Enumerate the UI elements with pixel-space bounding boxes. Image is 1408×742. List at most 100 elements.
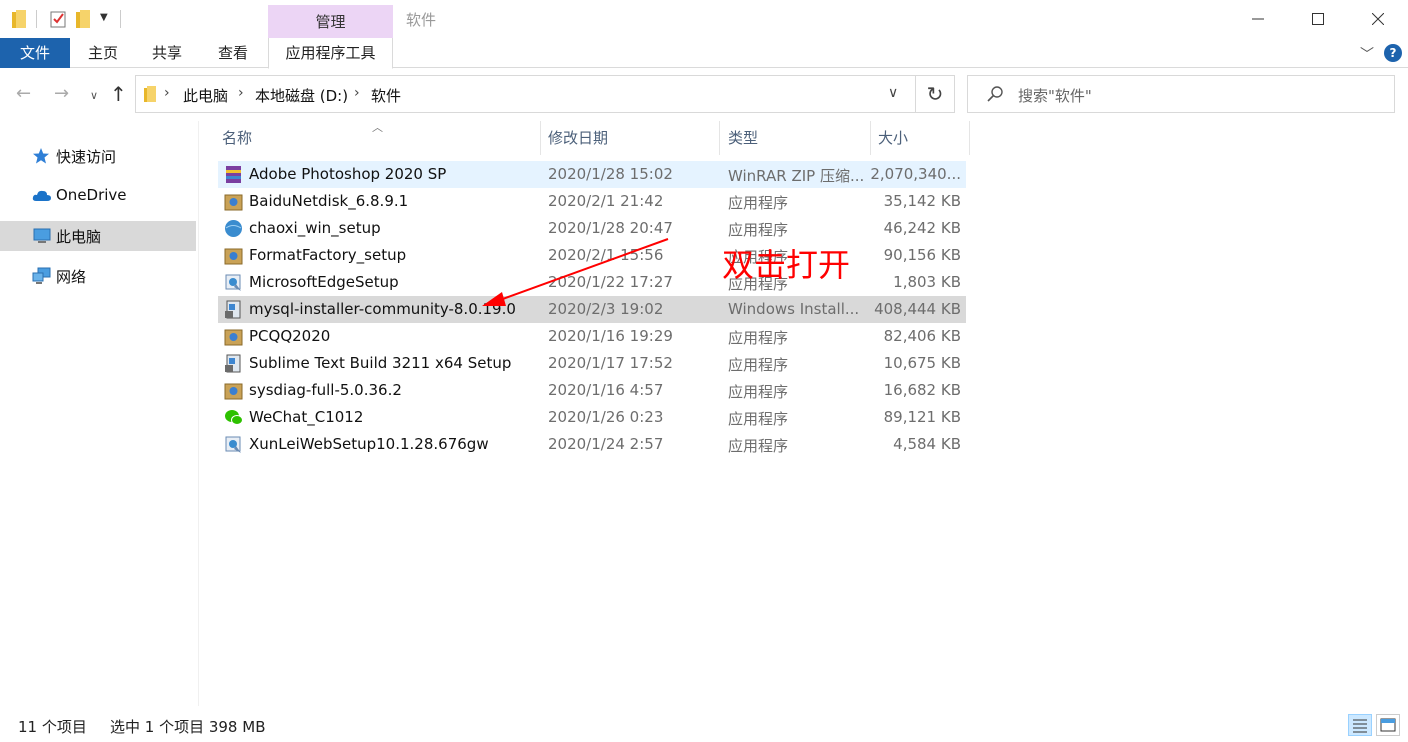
- window-title: 软件: [406, 11, 437, 29]
- msi-icon: [225, 300, 241, 319]
- file-size: 46,242 KB: [883, 219, 961, 237]
- manage-tab[interactable]: 管理: [268, 5, 393, 38]
- search-placeholder: 搜索"软件": [1018, 87, 1092, 105]
- file-type: Windows Install...: [728, 300, 860, 318]
- tab-file[interactable]: 文件: [0, 38, 70, 68]
- help-icon[interactable]: ?: [1384, 44, 1402, 62]
- file-name: PCQQ2020: [249, 327, 331, 345]
- breadcrumb-this-pc[interactable]: 此电脑: [183, 85, 228, 106]
- breadcrumb-software[interactable]: 软件: [371, 85, 401, 106]
- details-view-button[interactable]: [1348, 714, 1372, 736]
- file-row[interactable]: BaiduNetdisk_6.8.9.1 2020/2/1 21:42 应用程序 35…: [218, 188, 966, 215]
- properties-icon[interactable]: [50, 10, 66, 28]
- file-size: 408,444 KB: [874, 300, 961, 318]
- minimize-button[interactable]: [1228, 0, 1288, 38]
- installer-box-icon: [224, 194, 243, 211]
- tab-share[interactable]: 共享: [152, 38, 182, 68]
- column-header-date[interactable]: 修改日期: [548, 121, 718, 155]
- close-button[interactable]: [1348, 0, 1408, 38]
- file-date: 2020/2/1 15:56: [548, 246, 664, 264]
- file-row[interactable]: PCQQ2020 2020/1/16 19:29 应用程序 82,406 KB: [218, 323, 966, 350]
- column-divider[interactable]: [969, 121, 970, 155]
- file-size: 82,406 KB: [883, 327, 961, 345]
- breadcrumb-local-disk[interactable]: 本地磁盘 (D:): [255, 85, 348, 106]
- file-date: 2020/1/24 2:57: [548, 435, 664, 453]
- file-size: 35,142 KB: [883, 192, 961, 210]
- details-view-icon: [1353, 719, 1367, 733]
- sidebar-item-network[interactable]: 网络: [0, 261, 196, 291]
- sidebar-item-label: OneDrive: [56, 186, 127, 204]
- recent-locations-icon[interactable]: ∨: [90, 89, 98, 102]
- file-row[interactable]: XunLeiWebSetup10.1.28.676gw 2020/1/24 2:5…: [218, 431, 966, 458]
- sidebar-item-onedrive[interactable]: OneDrive: [0, 181, 196, 211]
- breadcrumb-chevron-icon[interactable]: ›: [238, 85, 244, 101]
- sidebar-item-label: 此电脑: [56, 228, 102, 246]
- search-input[interactable]: 搜索"软件": [967, 75, 1395, 113]
- tab-application-tools[interactable]: 应用程序工具: [268, 38, 393, 69]
- sidebar-item-this-pc[interactable]: 此电脑: [0, 221, 196, 251]
- tab-home[interactable]: 主页: [88, 38, 118, 68]
- file-size: 90,156 KB: [883, 246, 961, 264]
- column-header-size[interactable]: 大小: [878, 121, 968, 155]
- address-bar[interactable]: › 此电脑 › 本地磁盘 (D:) › 软件 ∨: [135, 75, 916, 113]
- setup-icon: [225, 274, 241, 291]
- file-name: mysql-installer-community-8.0.19.0: [249, 300, 516, 318]
- sidebar-item-quick-access[interactable]: 快速访问: [0, 141, 196, 171]
- file-row[interactable]: chaoxi_win_setup 2020/1/28 20:47 应用程序 46,24…: [218, 215, 966, 242]
- network-icon: [32, 267, 51, 284]
- file-row[interactable]: MicrosoftEdgeSetup 2020/1/22 17:27 应用程序 1,8…: [218, 269, 966, 296]
- file-type: WinRAR ZIP 压缩...: [728, 167, 865, 185]
- column-divider[interactable]: [870, 121, 871, 155]
- selection-info: 选中 1 个项目 398 MB: [110, 718, 266, 736]
- file-name: XunLeiWebSetup10.1.28.676gw: [249, 435, 489, 453]
- setup-icon: [225, 436, 241, 453]
- file-name: MicrosoftEdgeSetup: [249, 273, 399, 291]
- file-date: 2020/1/28 15:02: [548, 165, 673, 183]
- quick-access-dropdown-icon[interactable]: ▼: [100, 12, 108, 23]
- file-date: 2020/1/28 20:47: [548, 219, 673, 237]
- file-size: 1,803 KB: [893, 273, 961, 291]
- file-row[interactable]: Sublime Text Build 3211 x64 Setup 2020/1/…: [218, 350, 966, 377]
- installer-box-icon: [224, 248, 243, 265]
- tab-view[interactable]: 查看: [218, 38, 248, 68]
- annotation-label: 双击打开: [722, 246, 851, 284]
- back-arrow-icon[interactable]: ←: [16, 83, 31, 104]
- file-date: 2020/1/16 19:29: [548, 327, 673, 345]
- file-type: 应用程序: [728, 356, 789, 374]
- installer-box-icon: [224, 329, 243, 346]
- up-arrow-icon[interactable]: ↑: [110, 82, 127, 106]
- column-header-name[interactable]: 名称: [222, 121, 542, 155]
- file-row[interactable]: WeChat_C1012 2020/1/26 0:23 应用程序 89,121 KB: [218, 404, 966, 431]
- large-icons-view-button[interactable]: [1376, 714, 1400, 736]
- column-divider[interactable]: [540, 121, 541, 155]
- file-row[interactable]: Adobe Photoshop 2020 SP 2020/1/28 15:02 Wi…: [218, 161, 966, 188]
- new-folder-icon[interactable]: [76, 10, 90, 28]
- ribbon-tabs: 文件 主页 共享 查看 应用程序工具 ﹀ ?: [0, 38, 1408, 69]
- file-date: 2020/1/16 4:57: [548, 381, 664, 399]
- file-name: WeChat_C1012: [249, 408, 364, 426]
- file-size: 10,675 KB: [883, 354, 961, 372]
- forward-arrow-icon[interactable]: →: [54, 83, 69, 104]
- file-size: 4,584 KB: [893, 435, 961, 453]
- file-row[interactable]: mysql-installer-community-8.0.19.0 2020/2…: [218, 296, 966, 323]
- globe-icon: [225, 220, 242, 237]
- refresh-button[interactable]: ↻: [916, 75, 955, 113]
- minimize-icon: [1252, 18, 1264, 20]
- address-dropdown-icon[interactable]: ∨: [888, 85, 898, 101]
- file-type: 应用程序: [728, 221, 789, 239]
- status-bar: 11 个项目 选中 1 个项目 398 MB: [0, 706, 1408, 742]
- file-row[interactable]: sysdiag-full-5.0.36.2 2020/1/16 4:57 应用程序 1…: [218, 377, 966, 404]
- refresh-icon: ↻: [926, 82, 944, 106]
- breadcrumb-chevron-icon[interactable]: ›: [164, 85, 170, 101]
- folder-icon: [12, 10, 26, 28]
- column-header-type[interactable]: 类型: [728, 121, 868, 155]
- column-divider[interactable]: [719, 121, 720, 155]
- winrar-icon: [226, 166, 241, 183]
- breadcrumb-chevron-icon[interactable]: ›: [354, 85, 360, 101]
- file-date: 2020/1/22 17:27: [548, 273, 673, 291]
- maximize-button[interactable]: [1288, 0, 1348, 38]
- folder-icon: [144, 86, 156, 102]
- expand-ribbon-icon[interactable]: ﹀: [1360, 44, 1374, 64]
- file-name: sysdiag-full-5.0.36.2: [249, 381, 402, 399]
- file-row[interactable]: FormatFactory_setup 2020/2/1 15:56 应用程序 90,…: [218, 242, 966, 269]
